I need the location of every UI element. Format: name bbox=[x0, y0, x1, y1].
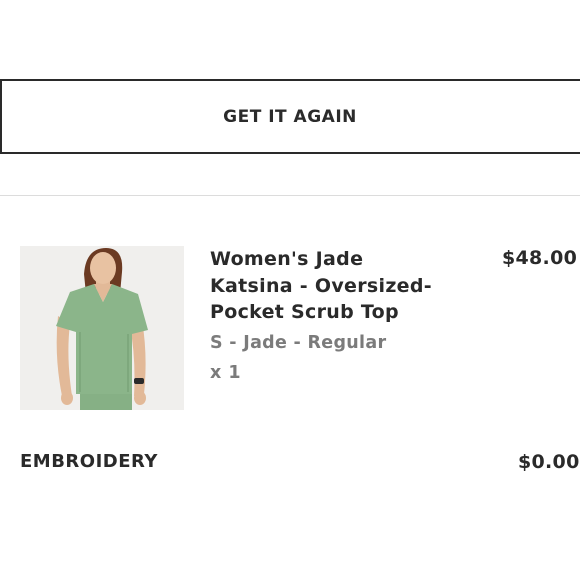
product-price: $48.00 bbox=[502, 247, 578, 269]
order-item-page: GET IT AGAIN Women's Jade Katsina - Over… bbox=[0, 0, 580, 580]
product-info: Women's Jade Katsina - Oversized- Pocket… bbox=[210, 246, 470, 385]
product-image[interactable] bbox=[20, 246, 184, 410]
product-quantity: x 1 bbox=[210, 362, 242, 383]
get-it-again-label: GET IT AGAIN bbox=[223, 106, 357, 127]
scrub-top-model-illustration bbox=[20, 246, 184, 410]
product-variant: S - Jade - Regular bbox=[210, 332, 387, 353]
section-divider bbox=[0, 195, 580, 196]
product-name[interactable]: Women's Jade Katsina - Oversized- Pocket… bbox=[210, 246, 470, 326]
product-name-line: Katsina - Oversized- bbox=[210, 274, 432, 297]
product-name-line: Pocket Scrub Top bbox=[210, 301, 399, 323]
embroidery-price: $0.00 bbox=[518, 451, 580, 473]
get-it-again-button[interactable]: GET IT AGAIN bbox=[0, 79, 580, 154]
product-name-line: Women's Jade bbox=[210, 248, 364, 270]
embroidery-label: EMBROIDERY bbox=[20, 451, 158, 472]
